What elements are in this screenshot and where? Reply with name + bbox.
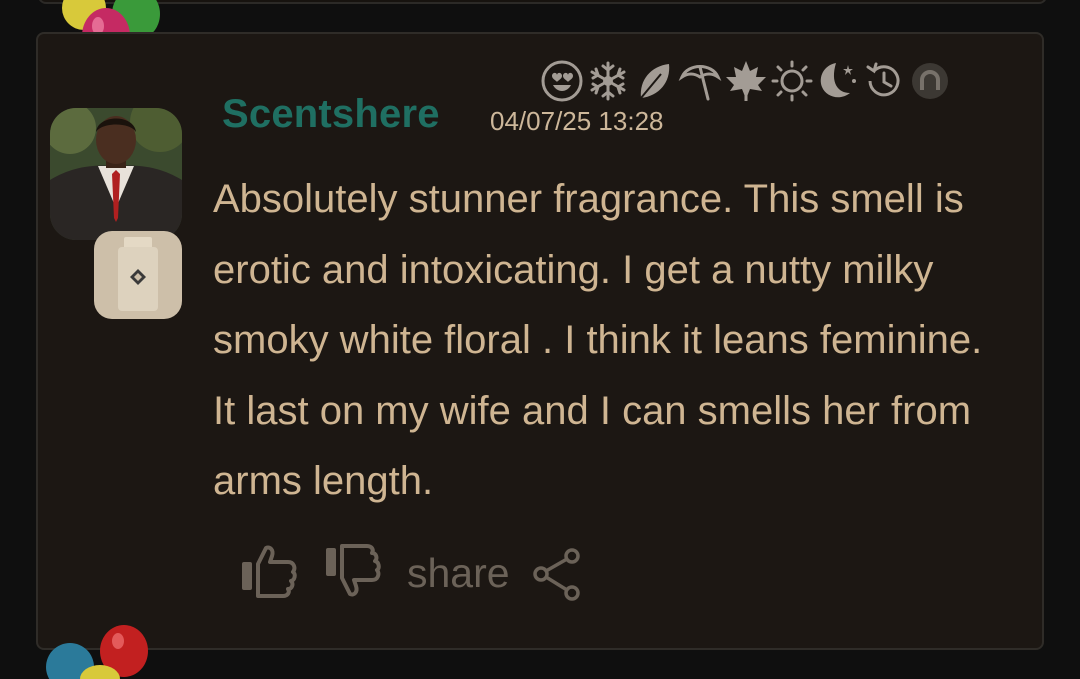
winter-icon (586, 58, 630, 104)
username-link[interactable]: Scentshere (222, 92, 440, 137)
sillage-icon (908, 58, 952, 104)
spring-icon (632, 58, 676, 104)
night-icon (816, 58, 860, 104)
summer-icon (678, 58, 722, 104)
share-icon[interactable] (532, 548, 582, 602)
autumn-icon (724, 58, 768, 104)
longevity-icon (862, 58, 906, 104)
review-timestamp: 04/07/25 13:28 (490, 106, 664, 136)
balloons-decoration-bottom (46, 625, 148, 679)
perfume-thumbnail[interactable] (94, 231, 182, 319)
day-icon (770, 58, 814, 104)
thumbs-down-icon[interactable] (322, 542, 382, 602)
user-avatar[interactable] (50, 108, 182, 240)
love-icon (540, 58, 584, 104)
thumbs-up-icon[interactable] (238, 540, 298, 600)
season-icon-row (540, 58, 952, 104)
share-button[interactable]: share (407, 550, 510, 597)
review-text: Absolutely stunner fragrance. This smell… (213, 177, 983, 503)
previous-review-card (38, 0, 1047, 4)
